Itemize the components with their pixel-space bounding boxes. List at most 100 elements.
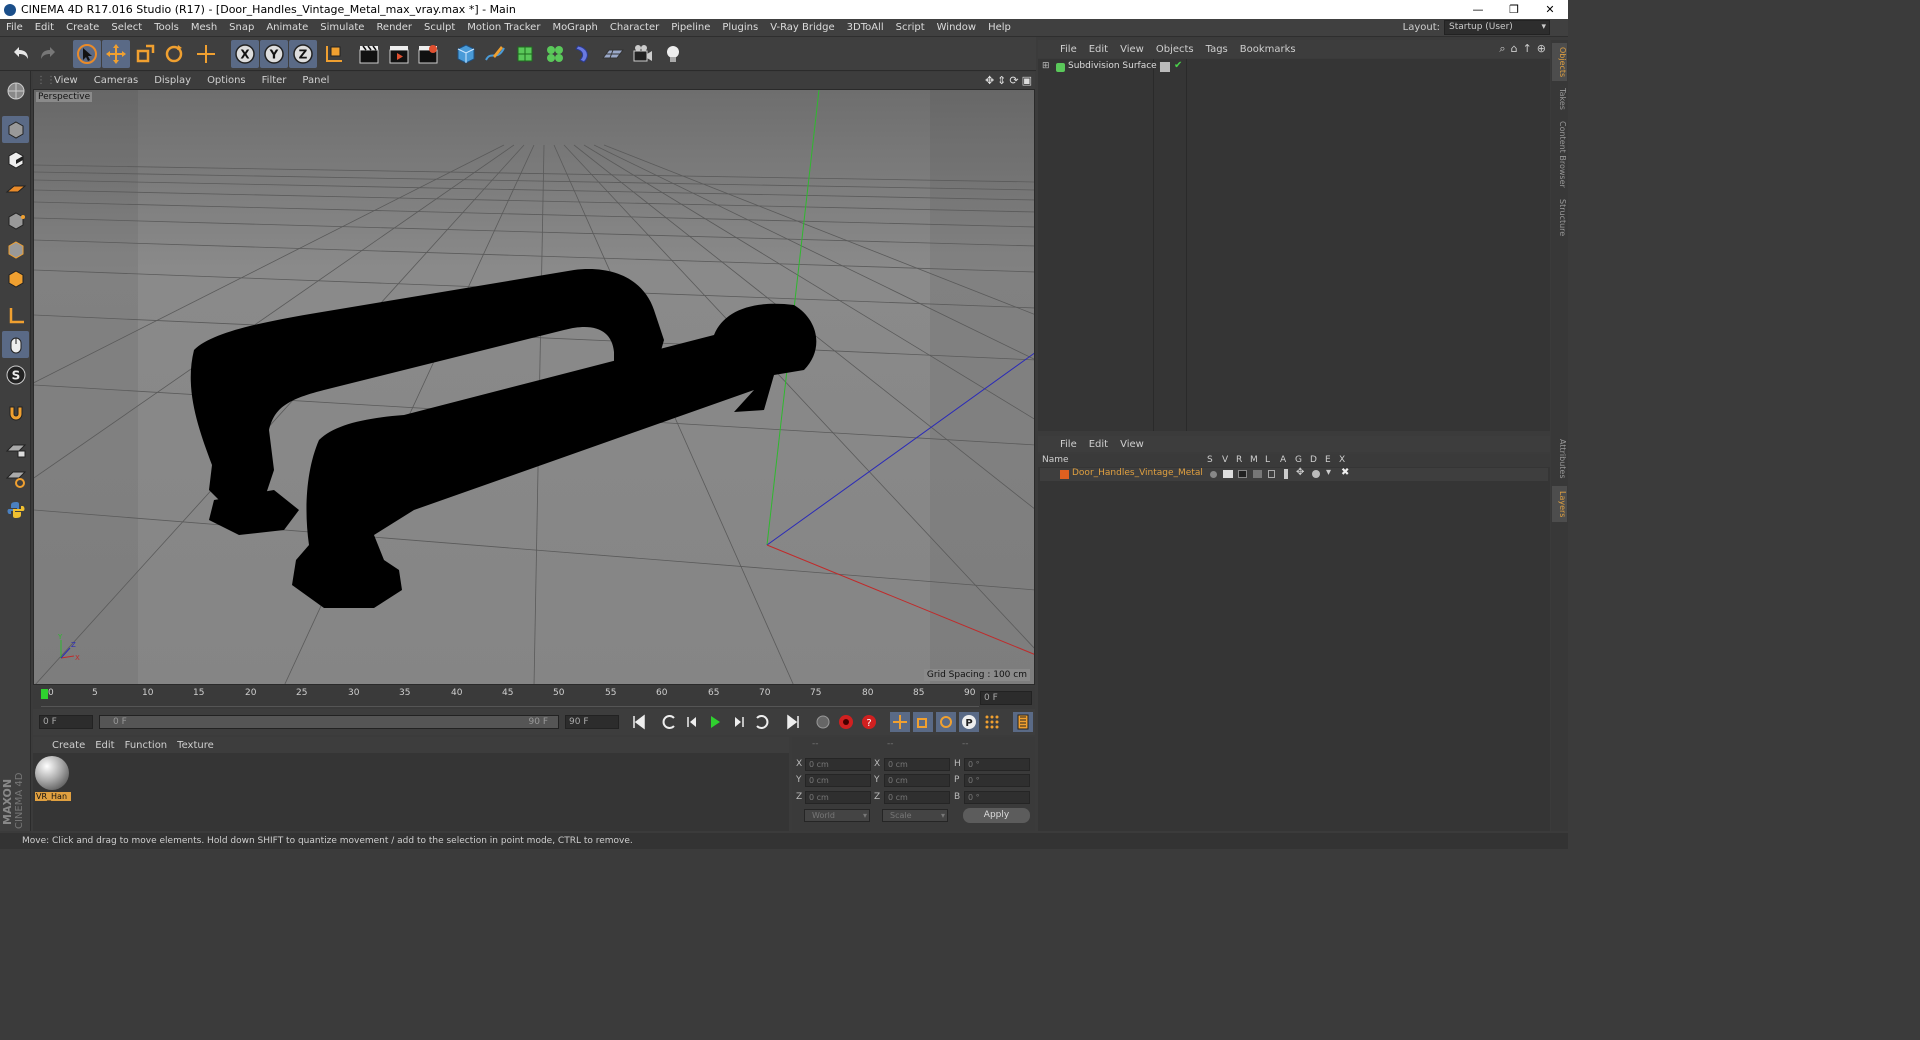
menu-file[interactable]: File [0,22,29,33]
menu-plugins[interactable]: Plugins [716,22,764,33]
tab-attributes[interactable]: Attributes [1552,436,1567,482]
apply-button[interactable]: Apply [963,808,1030,823]
menu-script[interactable]: Script [890,22,931,33]
points-mode-button[interactable] [2,207,29,234]
view-toggle-icon[interactable] [1223,470,1233,478]
search-icon[interactable]: ⌕ [1499,42,1505,56]
subdivision-surface-button[interactable] [511,40,539,68]
parameter-key-button[interactable]: P [959,712,979,732]
manager-toggle-icon[interactable] [1253,470,1262,478]
rotate-tool-button[interactable] [160,40,188,68]
scale-tool-button[interactable] [131,40,159,68]
end-frame-field[interactable]: 90 F [565,715,619,729]
cloner-button[interactable] [541,40,569,68]
next-key-button[interactable] [751,712,771,732]
layer-color-swatch[interactable] [1060,470,1069,479]
object-menu-bookmarks[interactable]: Bookmarks [1234,44,1302,55]
size-y-field[interactable]: 0 cm [884,774,950,787]
position-z-field[interactable]: 0 cm [805,791,871,804]
undo-button[interactable] [6,40,34,68]
col-e[interactable]: E [1325,455,1331,465]
tab-takes[interactable]: Takes [1552,84,1567,114]
layer-menu-view[interactable]: View [1114,439,1150,450]
rotate-view-icon[interactable]: ⟳ [1009,74,1018,87]
x-axis-button[interactable]: X [231,40,259,68]
menu-render[interactable]: Render [370,22,418,33]
floor-button[interactable] [599,40,627,68]
menu-mesh[interactable]: Mesh [185,22,223,33]
point-level-animation-button[interactable] [982,712,1002,732]
move-view-icon[interactable]: ✥ [985,74,994,87]
rotation-key-button[interactable] [936,712,956,732]
menu-simulate[interactable]: Simulate [314,22,370,33]
expand-icon[interactable]: ⊞ [1042,61,1050,71]
autokeying-button[interactable] [836,712,856,732]
lock-toggle-icon[interactable] [1268,470,1275,478]
layer-menu-file[interactable]: File [1054,439,1083,450]
position-x-field[interactable]: 0 cm [805,758,871,771]
snap-button[interactable]: S [2,361,29,388]
render-toggle-icon[interactable] [1238,470,1247,478]
previous-key-button[interactable] [660,712,680,732]
expression-toggle-icon[interactable]: ▾ [1326,467,1331,478]
menu-motion-tracker[interactable]: Motion Tracker [461,22,546,33]
viewport-menu-options[interactable]: Options [199,75,254,86]
recent-tools-button[interactable] [192,40,220,68]
perspective-viewport[interactable]: Y X Z Perspective Grid Spacing : 100 cm [33,89,1035,685]
object-menu-edit[interactable]: Edit [1083,44,1114,55]
cube-primitive-button[interactable] [452,40,480,68]
material-menu-function[interactable]: Function [120,740,173,751]
material-menu-edit[interactable]: Edit [90,740,119,751]
menu-create[interactable]: Create [60,22,105,33]
texture-mode-button[interactable] [2,146,29,173]
layer-menu-edit[interactable]: Edit [1083,439,1114,450]
playhead-marker[interactable] [41,689,48,699]
menu-character[interactable]: Character [604,22,665,33]
viewport-menu-view[interactable]: View [46,75,86,86]
light-button[interactable] [659,40,687,68]
edges-mode-button[interactable] [2,236,29,263]
menu-mograph[interactable]: MoGraph [546,22,603,33]
new-view-icon[interactable]: ⊕ [1537,42,1546,56]
menu-snap[interactable]: Snap [223,22,260,33]
maximize-view-icon[interactable]: ▣ [1022,74,1032,87]
object-menu-tags[interactable]: Tags [1200,44,1234,55]
menu-window[interactable]: Window [931,22,982,33]
col-r[interactable]: R [1236,455,1242,465]
pen-spline-button[interactable] [481,40,509,68]
frame-range-slider[interactable]: 0 F 90 F [99,715,559,729]
tab-layers[interactable]: Layers [1552,486,1567,522]
viewport-menu-cameras[interactable]: Cameras [86,75,146,86]
viewport-menu-display[interactable]: Display [146,75,199,86]
layout-select[interactable]: Startup (User) ▾ [1444,20,1550,35]
col-a[interactable]: A [1280,455,1286,465]
home-icon[interactable]: ⌂ [1511,42,1518,56]
menu-3dtoall[interactable]: 3DToAll [841,22,890,33]
layer-row[interactable]: Door_Handles_Vintage_Metal ✥ ▾ ✖ [1040,467,1548,481]
menu-sculpt[interactable]: Sculpt [418,22,461,33]
material-menu-texture[interactable]: Texture [172,740,219,751]
tab-objects[interactable]: Objects [1552,43,1567,81]
current-frame-field[interactable]: 0 F [980,691,1032,705]
object-row[interactable]: ⊞ Subdivision Surface ⁞ ✔ [1040,60,1548,75]
next-frame-button[interactable] [728,712,748,732]
z-axis-button[interactable]: Z [289,40,317,68]
menu-edit[interactable]: Edit [29,22,60,33]
menu-vray-bridge[interactable]: V-Ray Bridge [764,22,840,33]
restore-button[interactable]: ❐ [1496,0,1532,19]
menu-tools[interactable]: Tools [148,22,185,33]
menu-help[interactable]: Help [982,22,1017,33]
start-frame-field[interactable]: 0 F [39,715,93,729]
coordinate-system-button[interactable] [320,40,348,68]
col-d[interactable]: D [1310,455,1317,465]
material-menu-create[interactable]: Create [47,740,90,751]
viewport-menu-filter[interactable]: Filter [254,75,295,86]
menu-animate[interactable]: Animate [260,22,314,33]
model-mode-button[interactable] [2,116,29,143]
coordinate-space-select[interactable]: World ▾ [804,809,870,822]
col-m[interactable]: M [1250,455,1258,465]
make-editable-button[interactable] [2,77,29,104]
size-x-field[interactable]: 0 cm [884,758,950,771]
col-v[interactable]: V [1222,455,1228,465]
workplane-mode-button[interactable] [2,175,29,202]
